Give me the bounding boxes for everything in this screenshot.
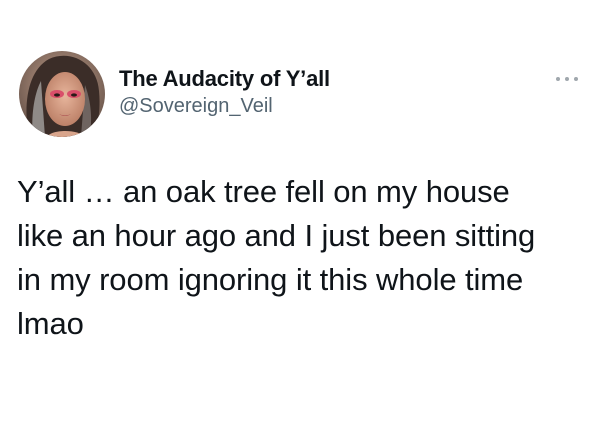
- tweet-text: Y’all … an oak tree fell on my house lik…: [17, 170, 589, 346]
- author-display-name[interactable]: The Audacity of Y’all: [119, 66, 330, 92]
- more-options-button[interactable]: [554, 75, 580, 83]
- tweet-text-line: like an hour ago and I just been sitting: [17, 218, 536, 253]
- tweet-text-line: in my room ignoring it this whole time: [17, 262, 524, 297]
- tweet-text-line: lmao: [17, 306, 84, 341]
- tweet-text-line: Y’all … an oak tree fell on my house: [17, 174, 510, 209]
- avatar-photo: [19, 51, 105, 137]
- author-handle[interactable]: @Sovereign_Veil: [119, 95, 273, 118]
- three-dots-icon: [556, 77, 578, 81]
- avatar[interactable]: [19, 51, 105, 137]
- tweet-card: The Audacity of Y’all @Sovereign_Veil Y’…: [0, 0, 599, 430]
